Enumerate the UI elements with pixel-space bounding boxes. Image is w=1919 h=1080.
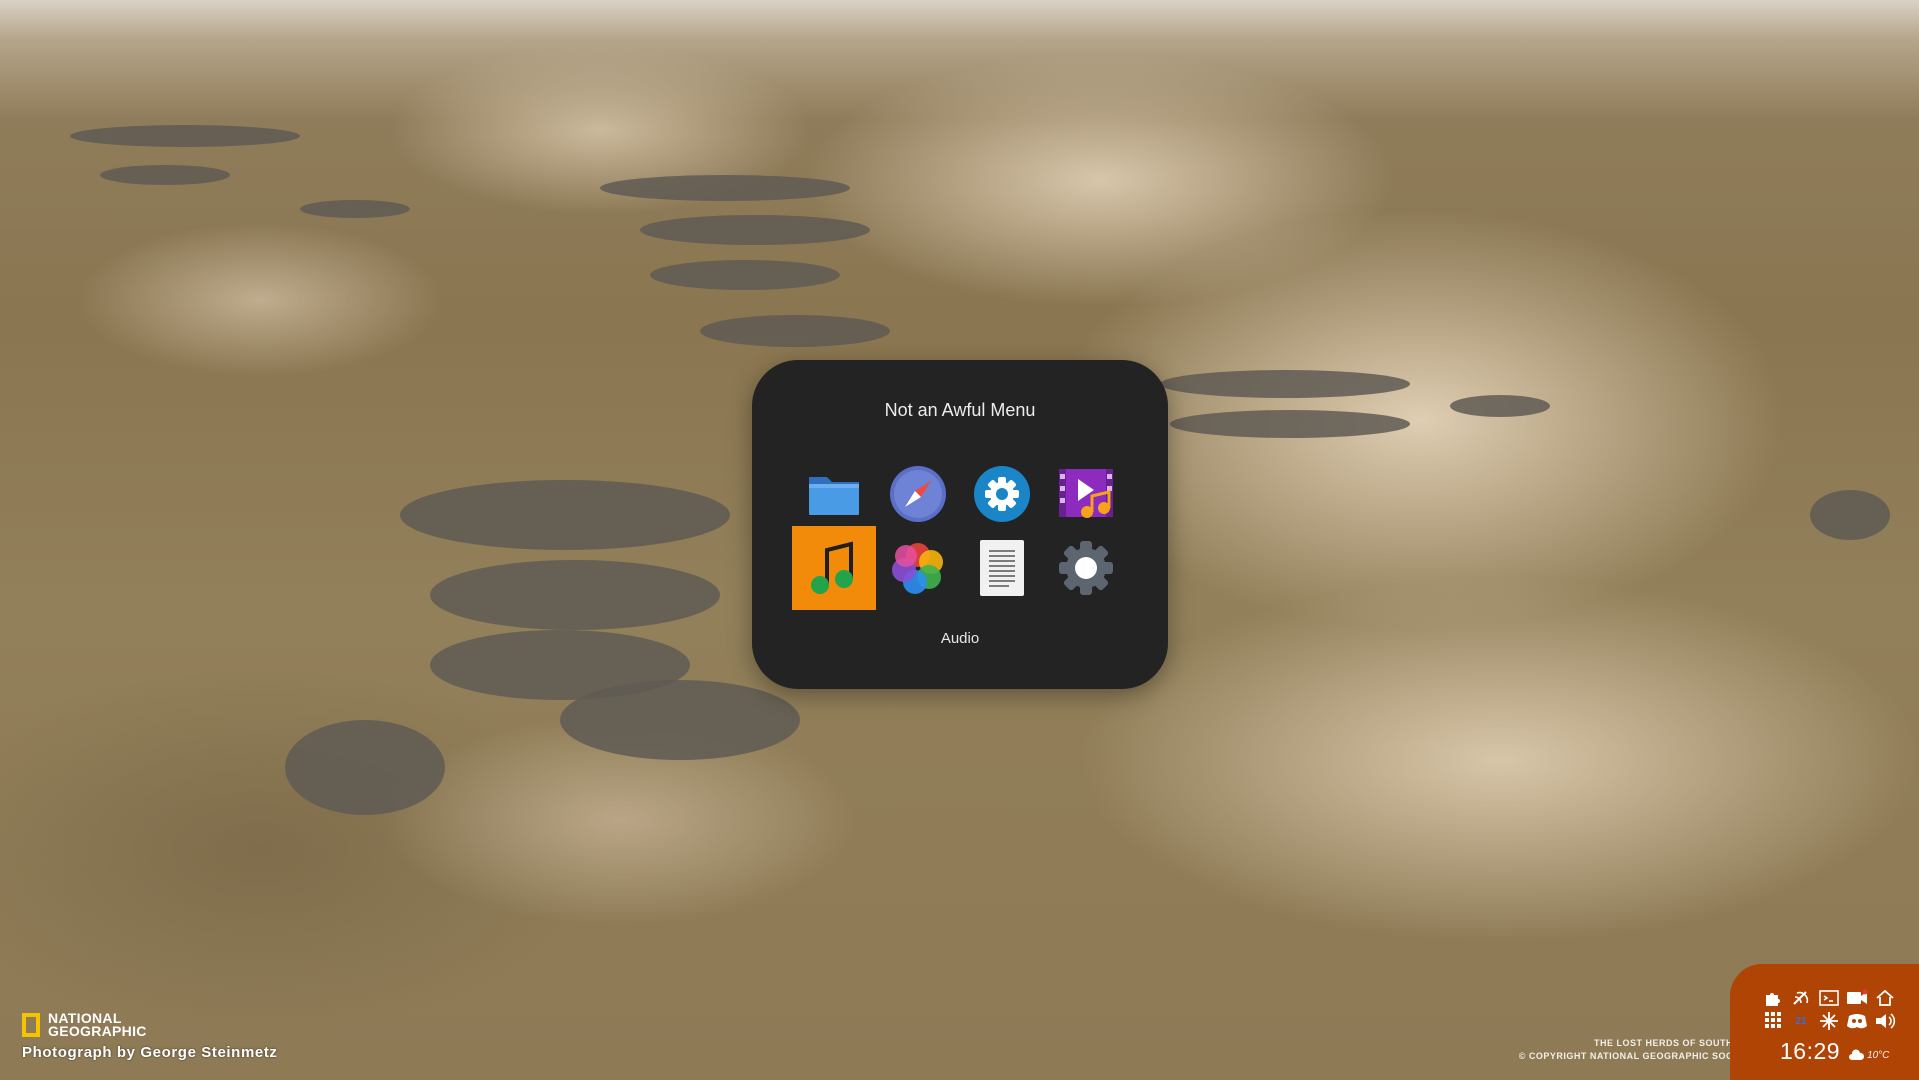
caption-line-2: © COPYRIGHT NATIONAL GEOGRAPHIC SOC [1518, 1051, 1733, 1061]
caption-line-1: THE LOST HERDS OF SOUTH [1593, 1038, 1733, 1048]
menu-title: Not an Awful Menu [884, 400, 1036, 420]
app-menu: Not an Awful Menu Audio [752, 360, 1168, 689]
wallpaper-caption: THE LOST HERDS OF SOUTH © COPYRIGHT NATI… [1519, 1037, 1733, 1063]
snowflake-icon[interactable] [1818, 1011, 1840, 1031]
clock-row: 16:29 10°C [1780, 1038, 1889, 1065]
music-note-icon [811, 541, 853, 594]
tray-row-1 [1762, 988, 1896, 1008]
workspace-indicator[interactable]: 21 [1790, 1011, 1812, 1031]
temperature: 10°C [1867, 1049, 1890, 1061]
camera-icon[interactable] [1846, 988, 1868, 1008]
natgeo-logo: NATIONAL GEOGRAPHIC [22, 1011, 278, 1039]
weather-widget[interactable]: 10°C [1848, 1049, 1889, 1061]
video-icon [1059, 469, 1113, 518]
photo-credit: Photograph by George Steinmetz [22, 1044, 278, 1061]
satellite-icon[interactable] [1790, 988, 1812, 1008]
settings-gear-icon [974, 466, 1030, 522]
apps-grid-icon[interactable] [1762, 1011, 1784, 1031]
selected-app-label: Audio [940, 630, 980, 647]
tray-row-2: 21 [1762, 1011, 1896, 1031]
app-audio[interactable] [792, 526, 876, 610]
folder-icon [809, 477, 859, 515]
volume-icon[interactable] [1874, 1011, 1896, 1031]
natgeo-wordmark-line2: GEOGRAPHIC [48, 1023, 147, 1039]
text-document-icon [980, 540, 1024, 596]
photos-icon [892, 543, 943, 594]
terminal-icon[interactable] [1818, 988, 1840, 1008]
puzzle-icon[interactable] [1762, 988, 1784, 1008]
app-browser[interactable] [876, 452, 960, 536]
natgeo-frame-icon [22, 1013, 40, 1037]
discord-icon[interactable] [1846, 1011, 1868, 1031]
home-icon[interactable] [1874, 988, 1896, 1008]
cloud-icon [1849, 1049, 1865, 1060]
wallpaper-attribution: NATIONAL GEOGRAPHIC Photograph by George… [22, 1011, 278, 1061]
clock[interactable]: 16:29 [1780, 1038, 1840, 1065]
app-photos[interactable] [876, 526, 960, 610]
app-system-settings[interactable] [1044, 526, 1128, 610]
compass-icon [890, 466, 946, 522]
system-panel: 21 16:29 10°C [1730, 964, 1919, 1080]
system-gear-icon [1059, 541, 1113, 595]
app-video[interactable] [1044, 452, 1128, 536]
natgeo-wordmark: NATIONAL GEOGRAPHIC [48, 1011, 147, 1039]
app-text-editor[interactable] [960, 526, 1044, 610]
app-files[interactable] [792, 452, 876, 536]
app-settings[interactable] [960, 452, 1044, 536]
